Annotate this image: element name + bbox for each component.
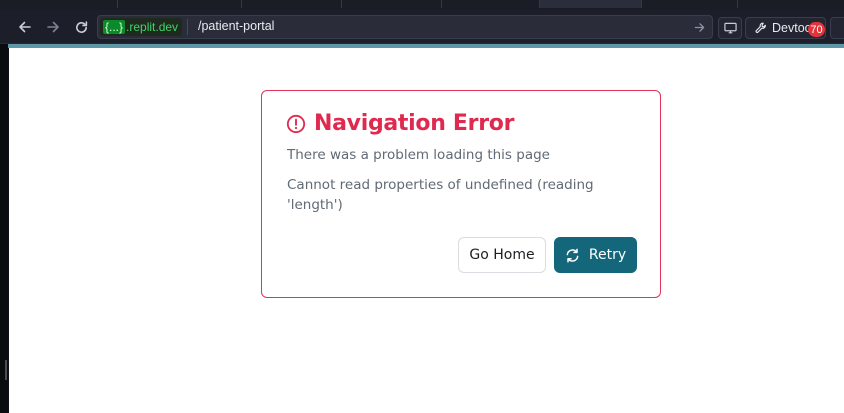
domain-brace: {...} [103, 20, 126, 34]
arrow-right-icon [694, 22, 704, 32]
reload-button[interactable] [69, 15, 93, 39]
reload-icon [75, 20, 87, 33]
replit-domain-badge[interactable]: {...} .replit.dev [100, 18, 183, 36]
page-content: Navigation Error There was a problem loa… [9, 48, 844, 413]
back-button[interactable] [13, 15, 37, 39]
tab-strip [0, 0, 844, 10]
browser-tab[interactable] [242, 0, 342, 8]
left-panel-edge [0, 44, 8, 413]
domain-text: .replit.dev [126, 20, 179, 34]
browser-tab-active[interactable] [540, 0, 642, 8]
error-message: Cannot read properties of undefined (rea… [287, 177, 594, 213]
url-path[interactable]: /patient-portal [198, 19, 274, 33]
toolbar-button[interactable] [830, 17, 844, 39]
screen-button[interactable] [718, 17, 742, 39]
error-card: Navigation Error There was a problem loa… [261, 90, 661, 298]
forward-button[interactable] [41, 15, 65, 39]
browser-tab[interactable] [0, 0, 118, 8]
arrow-right-icon [47, 21, 59, 33]
error-subtitle: There was a problem loading this page [287, 147, 550, 163]
wrench-icon [755, 22, 766, 33]
browser-tab[interactable] [342, 0, 442, 8]
devtools-count-badge: 70 [808, 22, 825, 37]
retry-label: Retry [588, 247, 627, 263]
scrollbar[interactable] [5, 360, 7, 380]
error-title: Navigation Error [314, 111, 515, 136]
browser-tab[interactable] [442, 0, 540, 8]
go-button[interactable] [689, 17, 709, 37]
address-divider [187, 19, 188, 35]
browser-tab[interactable] [118, 0, 242, 8]
retry-button[interactable]: Retry [554, 237, 637, 273]
alert-circle-icon [286, 114, 306, 134]
refresh-icon [566, 248, 579, 262]
address-bar[interactable]: {...} .replit.dev /patient-portal [97, 15, 713, 39]
go-home-button[interactable]: Go Home [458, 237, 546, 273]
browser-toolbar: {...} .replit.dev /patient-portal Devtoo… [0, 10, 844, 44]
arrow-left-icon [19, 21, 31, 33]
monitor-icon [723, 22, 737, 34]
browser-tab[interactable] [642, 0, 738, 8]
error-header: Navigation Error [286, 111, 514, 136]
